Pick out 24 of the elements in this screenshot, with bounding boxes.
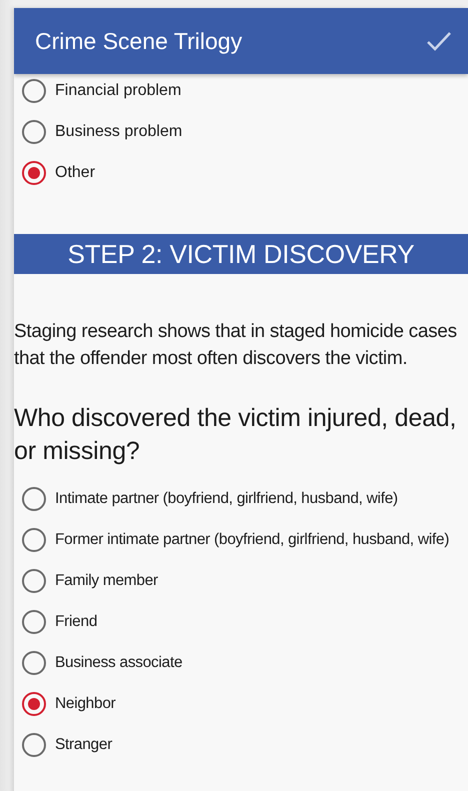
- radio-button[interactable]: [22, 120, 46, 144]
- option-label[interactable]: Business associate: [55, 653, 182, 673]
- option-label[interactable]: Intimate partner (boyfriend, girlfriend, husband, wife): [55, 489, 398, 509]
- app-title: Crime Scene Trilogy: [35, 28, 242, 54]
- radio-button[interactable]: [22, 79, 46, 103]
- radio-button[interactable]: [22, 610, 46, 634]
- radio-button[interactable]: [22, 733, 46, 757]
- option-label[interactable]: Other: [55, 163, 96, 183]
- option-label[interactable]: Family member: [55, 571, 158, 591]
- radio-button[interactable]: [22, 692, 46, 716]
- radio-button[interactable]: [22, 487, 46, 511]
- intro-paragraph: Staging research shows that in staged homicide cases that the offender most often discovers the victim.: [14, 320, 458, 371]
- radio-button[interactable]: [22, 528, 46, 552]
- option-label[interactable]: Former intimate partner (boyfriend, girlfriend, husband, wife): [55, 530, 450, 550]
- radio-button[interactable]: [22, 651, 46, 675]
- question-text: Who discovered the victim injured, dead, or missing?: [14, 403, 458, 467]
- radio-button[interactable]: [22, 161, 46, 185]
- option-label[interactable]: Neighbor: [55, 694, 116, 714]
- option-label[interactable]: Financial problem: [55, 81, 182, 101]
- option-label[interactable]: Friend: [55, 612, 98, 632]
- radio-button[interactable]: [22, 569, 46, 593]
- step-header: STEP 2: VICTIM DISCOVERY: [14, 234, 468, 274]
- option-label[interactable]: Stranger: [55, 735, 112, 755]
- option-label[interactable]: Business problem: [55, 122, 182, 142]
